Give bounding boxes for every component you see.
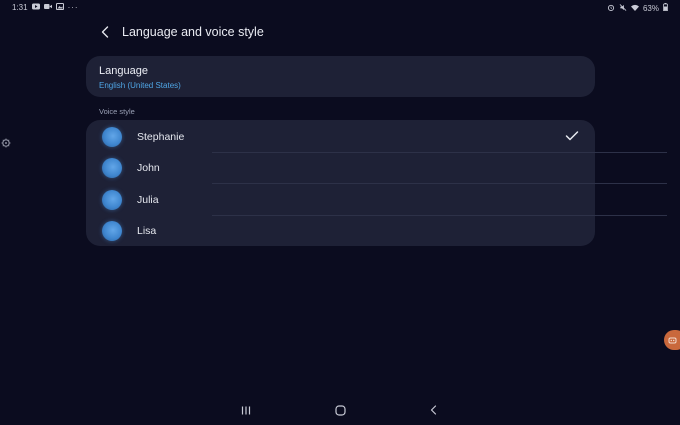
battery-percent: 63% — [642, 3, 659, 13]
recents-icon — [241, 406, 251, 414]
status-left: 1:31 ··· — [12, 3, 79, 12]
language-value: English (United States) — [99, 81, 181, 90]
status-time: 1:31 — [12, 3, 28, 12]
voice-avatar-icon — [102, 190, 122, 210]
alarm-icon — [607, 4, 615, 13]
system-back-button[interactable] — [424, 402, 442, 418]
mute-icon — [619, 3, 627, 13]
voice-name: Julia — [137, 194, 159, 206]
home-button[interactable] — [331, 402, 349, 418]
wifi-icon — [630, 4, 639, 13]
voice-name: John — [137, 162, 160, 174]
voice-style-list: Stephanie John Julia Lisa — [86, 120, 667, 246]
back-icon — [430, 405, 436, 415]
gallery-icon — [55, 3, 64, 12]
chevron-left-icon — [101, 26, 109, 38]
home-icon — [334, 404, 346, 416]
recents-button[interactable] — [237, 402, 255, 418]
list-divider — [212, 183, 667, 184]
language-label: Language — [99, 65, 148, 77]
page-header: Language and voice style — [98, 22, 264, 42]
voice-avatar-icon — [102, 127, 122, 147]
youtube-icon — [31, 3, 40, 12]
overflow-dots: ··· — [67, 3, 79, 12]
battery-icon — [663, 3, 668, 13]
check-icon — [565, 131, 579, 141]
voice-name: Stephanie — [137, 131, 185, 143]
video-icon — [43, 3, 52, 12]
navigation-bar — [0, 398, 680, 422]
back-button[interactable] — [98, 25, 112, 39]
status-bar: 1:31 ··· 63% — [0, 0, 680, 16]
list-divider — [212, 215, 667, 216]
voice-style-section-label: Voice style — [99, 107, 135, 116]
voice-avatar-icon — [102, 221, 122, 241]
floating-assistant-bubble[interactable] — [664, 330, 680, 350]
voice-option-john[interactable]: John — [86, 152, 595, 183]
voice-option-lisa[interactable]: Lisa — [86, 215, 595, 246]
list-divider — [212, 152, 667, 153]
voice-option-stephanie[interactable]: Stephanie — [86, 121, 595, 152]
page-title: Language and voice style — [122, 25, 264, 39]
voice-avatar-icon — [102, 158, 122, 178]
status-right: 63% — [607, 3, 668, 13]
assistant-icon — [668, 337, 677, 343]
voice-name: Lisa — [137, 225, 157, 237]
language-setting[interactable]: Language English (United States) — [86, 56, 595, 97]
floating-gear-icon[interactable] — [1, 138, 11, 148]
voice-option-julia[interactable]: Julia — [86, 184, 595, 215]
